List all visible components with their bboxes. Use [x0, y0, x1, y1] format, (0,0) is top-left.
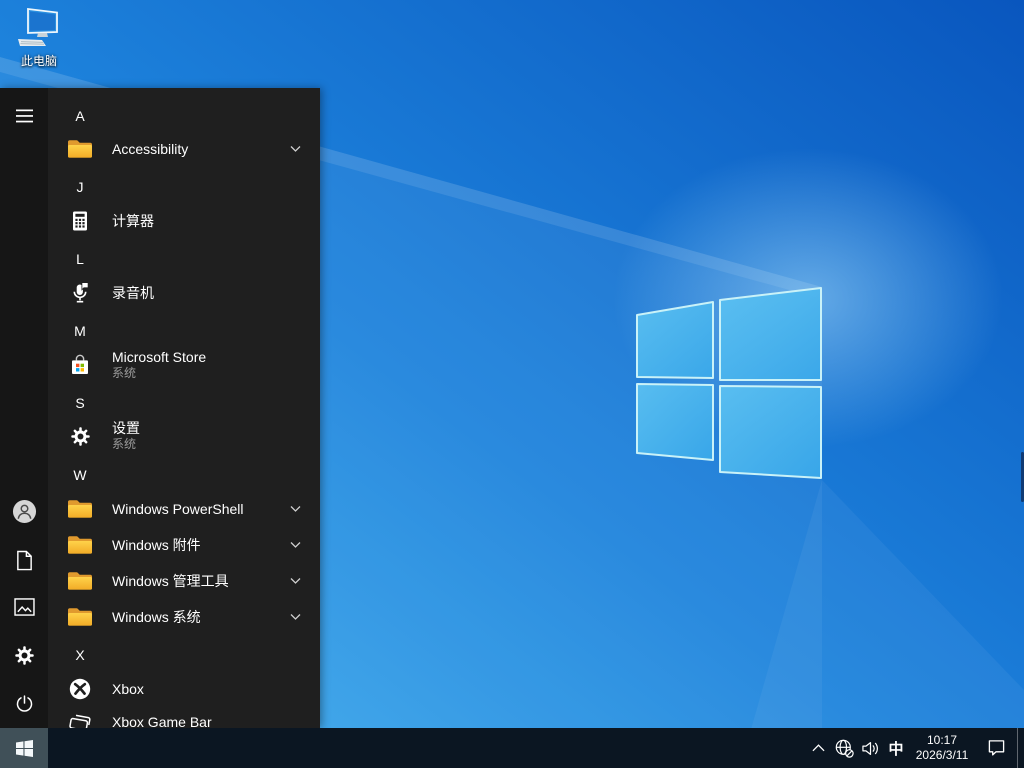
action-center-button[interactable] — [975, 728, 1017, 768]
clock-date: 2026/3/11 — [916, 748, 969, 763]
xbox-game-bar-icon — [64, 710, 96, 728]
section-header-a[interactable]: A — [48, 98, 320, 134]
desktop-icon-this-pc[interactable]: 此电脑 — [7, 6, 71, 68]
menu-hamburger-button[interactable] — [0, 92, 48, 140]
chevron-down-icon — [290, 542, 301, 549]
xbox-icon — [64, 677, 96, 701]
clock-time: 10:17 — [927, 733, 957, 748]
start-menu-item[interactable]: Accessibility — [48, 131, 320, 167]
app-label: 录音机 — [112, 285, 154, 302]
taskbar-clock[interactable]: 10:17 2026/3/11 — [909, 728, 975, 768]
taskbar: 中 10:17 2026/3/11 — [0, 728, 1024, 768]
chevron-down-icon — [290, 146, 301, 153]
documents-button[interactable] — [0, 536, 48, 584]
section-letter: L — [64, 251, 96, 267]
power-button[interactable] — [0, 679, 48, 727]
start-menu-item[interactable]: Windows 系统 — [48, 599, 320, 635]
start-menu-item[interactable]: 设置系统 — [48, 411, 320, 461]
chevron-down-icon — [290, 614, 301, 621]
tray-show-hidden-icons-button[interactable] — [806, 728, 831, 768]
system-tray: 中 10:17 2026/3/11 — [806, 728, 1024, 768]
section-header-w[interactable]: W — [48, 457, 320, 493]
start-menu-item[interactable]: 计算器 — [48, 203, 320, 239]
start-menu-item[interactable]: 录音机 — [48, 275, 320, 311]
calculator-icon — [64, 209, 96, 233]
volume-button[interactable] — [857, 728, 883, 768]
app-label: Microsoft Store — [112, 349, 206, 366]
network-status-button[interactable] — [831, 728, 857, 768]
ime-indicator[interactable]: 中 — [883, 728, 909, 768]
pictures-button[interactable] — [0, 583, 48, 631]
app-label: Windows 附件 — [112, 537, 201, 554]
power-icon — [14, 693, 35, 714]
section-letter: M — [64, 323, 96, 339]
start-menu-rail — [0, 88, 48, 728]
gear-icon — [13, 644, 36, 667]
start-menu-item[interactable]: Microsoft Store系统 — [48, 340, 320, 390]
section-letter: X — [64, 647, 96, 663]
app-label: Windows 系统 — [112, 609, 201, 626]
ime-label: 中 — [888, 738, 903, 759]
globe-no-internet-icon — [834, 738, 854, 758]
start-button[interactable] — [0, 728, 48, 768]
start-menu-item[interactable]: Xbox — [48, 671, 320, 707]
app-label: Windows 管理工具 — [112, 573, 229, 590]
start-menu-item[interactable]: Windows 管理工具 — [48, 563, 320, 599]
app-label: Xbox — [112, 681, 144, 698]
folder-icon — [64, 607, 96, 627]
start-menu-item[interactable]: Windows 附件 — [48, 527, 320, 563]
notification-icon — [987, 739, 1006, 757]
app-sublabel: 系统 — [112, 437, 140, 452]
app-label: 设置 — [112, 420, 140, 437]
section-letter: S — [64, 395, 96, 411]
section-letter: W — [64, 467, 96, 483]
start-menu-item[interactable]: Xbox Game Bar — [48, 704, 320, 728]
folder-icon — [64, 535, 96, 555]
microsoft-store-icon — [64, 353, 96, 377]
user-icon — [12, 499, 37, 524]
windows-logo-icon — [16, 740, 33, 757]
app-label: 计算器 — [112, 213, 154, 230]
windows-desktop: 此电脑 AAccessibilityJ计算器L录音机MMicrosoft S — [0, 0, 1024, 768]
chevron-up-icon — [812, 744, 825, 752]
pictures-icon — [14, 598, 35, 616]
computer-icon — [7, 6, 71, 52]
voice-recorder-icon — [64, 281, 96, 305]
section-letter: A — [64, 108, 96, 124]
document-icon — [15, 550, 34, 571]
settings-gear-icon — [64, 425, 96, 448]
section-header-j[interactable]: J — [48, 169, 320, 205]
show-desktop-button[interactable] — [1017, 728, 1024, 768]
chevron-down-icon — [290, 578, 301, 585]
app-label: Accessibility — [112, 141, 188, 158]
folder-icon — [64, 139, 96, 159]
taskbar-empty-area — [48, 728, 806, 768]
settings-button[interactable] — [0, 631, 48, 679]
chevron-down-icon — [290, 506, 301, 513]
speaker-icon — [861, 740, 880, 757]
desktop-icon-label: 此电脑 — [7, 54, 71, 68]
section-header-l[interactable]: L — [48, 241, 320, 277]
section-header-x[interactable]: X — [48, 637, 320, 673]
app-label: Xbox Game Bar — [112, 714, 212, 729]
section-letter: J — [64, 179, 96, 195]
app-sublabel: 系统 — [112, 366, 206, 381]
start-menu: AAccessibilityJ计算器L录音机MMicrosoft Store系统… — [0, 88, 320, 728]
folder-icon — [64, 571, 96, 591]
folder-icon — [64, 499, 96, 519]
start-menu-item[interactable]: Windows PowerShell — [48, 491, 320, 527]
start-menu-app-list: AAccessibilityJ计算器L录音机MMicrosoft Store系统… — [48, 88, 320, 728]
app-label: Windows PowerShell — [112, 501, 244, 518]
user-account-button[interactable] — [0, 487, 48, 535]
hamburger-icon — [16, 109, 33, 123]
